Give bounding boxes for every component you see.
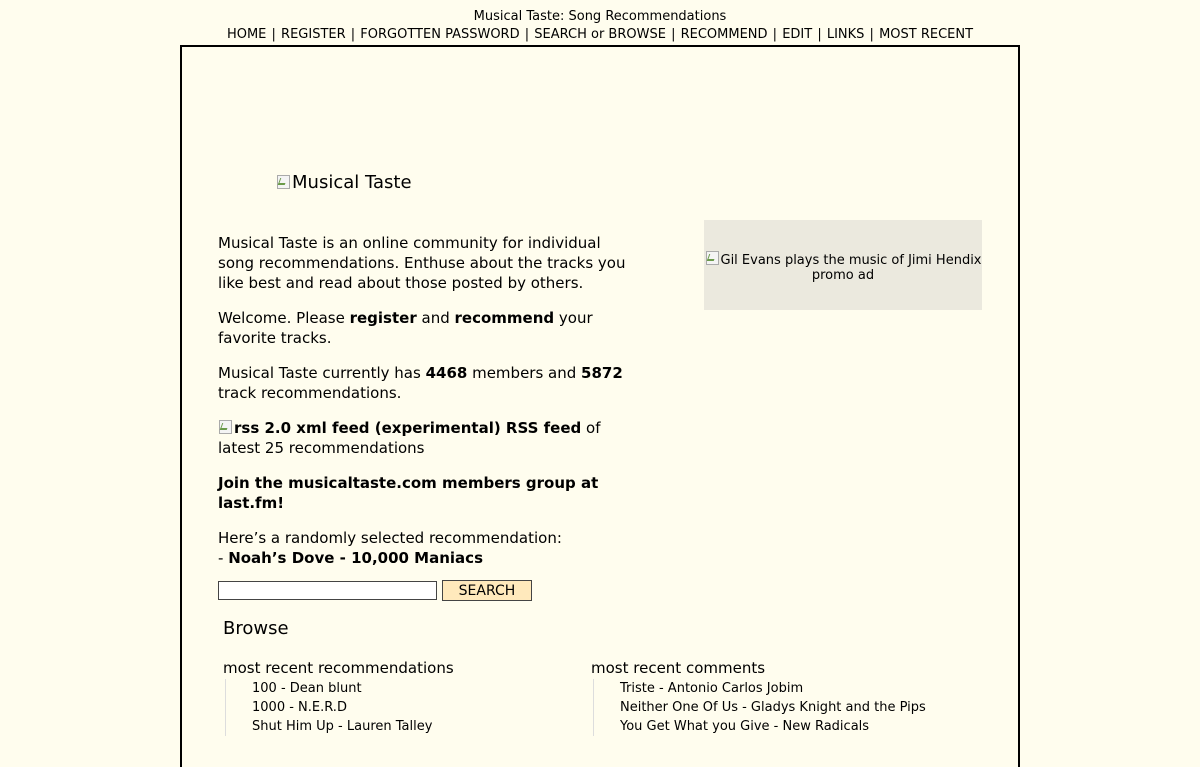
broken-image-icon bbox=[276, 174, 290, 190]
list-item: You Get What you Give - New Radicals bbox=[620, 717, 931, 736]
join-lastfm-group: Join the musicaltaste.com members group … bbox=[218, 473, 628, 513]
promo-ad-alt: Gil Evans plays the music of Jimi Hendix… bbox=[704, 250, 982, 283]
broken-image-icon bbox=[705, 250, 719, 266]
list-item: 1000 - N.E.R.D bbox=[252, 698, 563, 717]
list-item: Triste - Antonio Carlos Jobim bbox=[620, 679, 931, 698]
intro-section: Musical Taste is an online community for… bbox=[218, 233, 628, 583]
comment-link[interactable]: You Get What you Give - New Radicals bbox=[620, 719, 869, 734]
rss-image-alt: rss 2.0 xml feed (experimental) bbox=[234, 419, 501, 437]
random-separator: - bbox=[334, 549, 352, 567]
site-title: Musical Taste: Song Recommendations bbox=[473, 9, 727, 24]
nav-edit[interactable]: EDIT bbox=[782, 27, 812, 42]
promo-ad-text: Gil Evans plays the music of Jimi Hendix… bbox=[720, 253, 982, 283]
stats-suffix: track recommendations. bbox=[218, 384, 402, 402]
recent-comments-title: most recent comments bbox=[591, 659, 766, 677]
site-logo[interactable]: Musical Taste bbox=[276, 172, 412, 194]
nav-separator: | bbox=[666, 27, 680, 42]
logo-alt-text: Musical Taste bbox=[292, 172, 412, 193]
nav-separator: | bbox=[346, 27, 360, 42]
rss-feed-line: rss 2.0 xml feed (experimental) RSS feed… bbox=[218, 418, 628, 458]
main-content-frame: Musical Taste Musical Taste is an online… bbox=[180, 45, 1020, 767]
random-dash: - bbox=[218, 549, 229, 567]
nav-most-recent[interactable]: MOST RECENT bbox=[879, 27, 973, 42]
recommendations-count: 5872 bbox=[581, 364, 623, 382]
search-input[interactable] bbox=[218, 581, 437, 600]
nav-separator: | bbox=[768, 27, 782, 42]
random-song-link[interactable]: Noah’s Dove bbox=[228, 549, 334, 567]
recent-comments-section: most recent comments Triste - Antonio Ca… bbox=[591, 659, 931, 736]
nav-home[interactable]: HOME bbox=[227, 27, 266, 42]
comment-link[interactable]: Neither One Of Us - Gladys Knight and th… bbox=[620, 700, 926, 715]
recommendation-link[interactable]: 100 - Dean blunt bbox=[252, 681, 362, 696]
nav-separator: | bbox=[813, 27, 826, 42]
recommend-link[interactable]: recommend bbox=[455, 309, 555, 327]
nav-search-browse[interactable]: SEARCH or BROWSE bbox=[534, 27, 666, 42]
welcome-and: and bbox=[416, 309, 455, 327]
search-button[interactable]: SEARCH bbox=[442, 580, 532, 601]
lastfm-group-link[interactable]: Join the musicaltaste.com members group … bbox=[218, 474, 598, 512]
nav-separator: | bbox=[520, 27, 534, 42]
recent-recommendations-section: most recent recommendations 100 - Dean b… bbox=[223, 659, 563, 736]
site-stats: Musical Taste currently has 4468 members… bbox=[218, 363, 628, 403]
comment-link[interactable]: Triste - Antonio Carlos Jobim bbox=[620, 681, 803, 696]
browse-heading: Browse bbox=[223, 618, 289, 639]
nav-recommend[interactable]: RECOMMEND bbox=[681, 27, 768, 42]
welcome-prefix: Welcome. Please bbox=[218, 309, 350, 327]
stats-prefix: Musical Taste currently has bbox=[218, 364, 426, 382]
promo-ad[interactable]: Gil Evans plays the music of Jimi Hendix… bbox=[704, 220, 982, 310]
nav-links[interactable]: LINKS bbox=[827, 27, 865, 42]
recommendation-link[interactable]: 1000 - N.E.R.D bbox=[252, 700, 347, 715]
random-prefix: Here’s a randomly selected recommendatio… bbox=[218, 529, 562, 547]
recent-comments-list: Triste - Antonio Carlos Jobim Neither On… bbox=[593, 679, 931, 736]
nav-forgotten-password[interactable]: FORGOTTEN PASSWORD bbox=[360, 27, 519, 42]
random-recommendation: Here’s a randomly selected recommendatio… bbox=[218, 528, 628, 568]
nav-separator: | bbox=[865, 27, 879, 42]
recommendation-link[interactable]: Shut Him Up - Lauren Talley bbox=[252, 719, 432, 734]
site-description: Musical Taste is an online community for… bbox=[218, 234, 626, 292]
search-form: SEARCH bbox=[218, 580, 532, 601]
list-item: 100 - Dean blunt bbox=[252, 679, 563, 698]
list-item: Neither One Of Us - Gladys Knight and th… bbox=[620, 698, 931, 717]
stats-mid: members and bbox=[467, 364, 582, 382]
nav-register[interactable]: REGISTER bbox=[281, 27, 346, 42]
recent-recommendations-title: most recent recommendations bbox=[223, 659, 454, 677]
rss-link-label: RSS feed bbox=[500, 419, 582, 437]
rss-feed-link[interactable]: rss 2.0 xml feed (experimental) RSS feed bbox=[218, 419, 581, 437]
nav-separator: | bbox=[267, 27, 281, 42]
register-link[interactable]: register bbox=[350, 309, 417, 327]
rss-icon bbox=[218, 419, 232, 435]
list-item: Shut Him Up - Lauren Talley bbox=[252, 717, 563, 736]
random-artist-link[interactable]: 10,000 Maniacs bbox=[351, 549, 483, 567]
welcome-message: Welcome. Please register and recommend y… bbox=[218, 308, 628, 348]
members-count: 4468 bbox=[425, 364, 468, 382]
top-navigation: HOME | REGISTER | FORGOTTEN PASSWORD | S… bbox=[0, 27, 1200, 43]
recent-recommendations-list: 100 - Dean blunt 1000 - N.E.R.D Shut Him… bbox=[225, 679, 563, 736]
